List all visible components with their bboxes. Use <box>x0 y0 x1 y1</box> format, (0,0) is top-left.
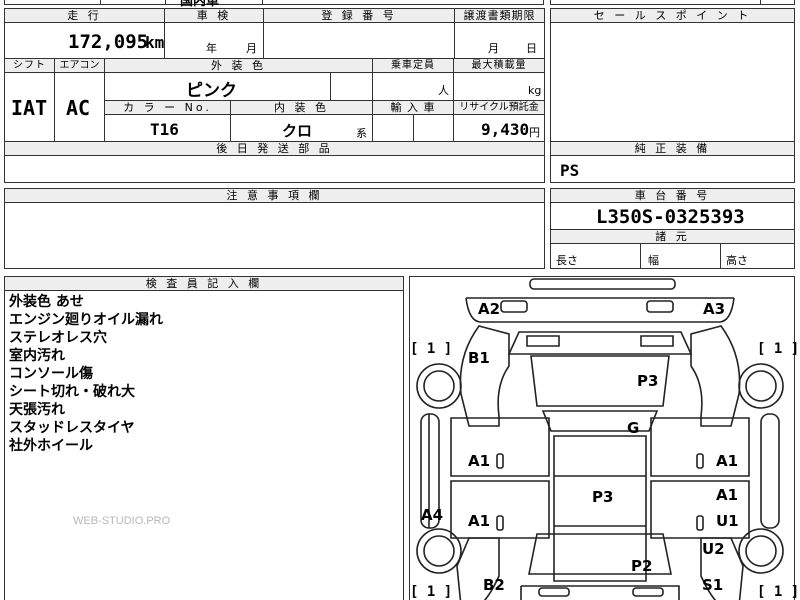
aircon-value: AC <box>66 96 91 120</box>
top-strip-divider-1 <box>100 0 101 5</box>
max-load-unit: kg <box>528 84 542 97</box>
exterior-color-extra-cell <box>330 72 373 101</box>
top-strip <box>4 0 544 5</box>
diagram-label-a1-right-upper: A1 <box>716 452 739 470</box>
inspector-note-line: 天張汚れ <box>9 402 65 418</box>
diagram-label-u1: U1 <box>716 512 739 530</box>
capacity-unit: 人 <box>438 84 451 97</box>
caution-cell <box>4 202 545 269</box>
chassis-value: L350S-0325393 <box>596 206 745 228</box>
inspector-note-line: 社外ホイール <box>9 438 93 454</box>
diagram-label-a3: A3 <box>703 300 726 318</box>
inspector-note-line: 外装色 あせ <box>9 294 84 310</box>
tire-bracket-top-left: [ 1 ] <box>410 341 453 357</box>
shift-header: シフト <box>4 58 55 73</box>
roof-spoiler-shape <box>529 278 676 290</box>
car-diagram <box>416 278 784 600</box>
import-car-cell-b <box>413 114 454 142</box>
right-sill-shape <box>760 413 780 529</box>
later-parts-cell <box>4 155 545 183</box>
dimensions-width-label: 幅 <box>648 254 659 267</box>
right-front-fender-shape <box>690 325 741 427</box>
inspector-notes-list: 外装色 あせ エンジン廻りオイル漏れ ステレオレス穴 室内汚れ コンソール傷 シ… <box>9 293 163 455</box>
genuine-equipment-cell <box>550 155 795 183</box>
diagram-label-p3-center: P3 <box>592 488 614 506</box>
transfer-deadline-header: 譲渡書類期限 <box>454 8 545 23</box>
tire-bracket-bottom-right: [ 1 ] <box>757 584 800 600</box>
color-no-header: カ ラ ー No. <box>104 100 231 115</box>
diagram-label-p2: P2 <box>631 557 653 575</box>
diagram-label-s1: S1 <box>702 576 724 594</box>
import-car-cell-a <box>372 114 414 142</box>
diagram-label-p3-top: P3 <box>637 372 659 390</box>
recycle-fee-unit: 円 <box>529 126 540 139</box>
diagram-label-a1-left-lower: A1 <box>468 512 491 530</box>
interior-color-header: 内 装 色 <box>230 100 373 115</box>
inspector-note-line: シート切れ・破れ大 <box>9 384 135 400</box>
sales-point-cell <box>550 22 795 142</box>
import-car-header: 輸 入 車 <box>372 100 454 115</box>
genuine-equipment-header: 純 正 装 備 <box>550 141 795 156</box>
top-strip-right <box>550 0 795 5</box>
top-strip-right-divider <box>760 0 761 5</box>
diagram-label-a1-right-mid: A1 <box>716 486 739 504</box>
interior-color-suffix: 系 <box>356 127 369 140</box>
dimensions-header: 諸 元 <box>550 229 795 244</box>
inspector-note-line: 室内汚れ <box>9 348 65 364</box>
recycle-fee-header: リサイクル預託金 <box>453 100 545 115</box>
color-no-value: T16 <box>150 120 179 139</box>
diagram-label-b2: B2 <box>483 576 505 594</box>
diagram-label-a4: A4 <box>421 506 444 524</box>
inspector-note-line: ステレオレス穴 <box>9 330 107 346</box>
diagram-label-a2: A2 <box>478 300 501 318</box>
registration-header: 登 録 番 号 <box>263 8 455 23</box>
interior-color-value: クロ <box>282 122 313 140</box>
mileage-header: 走 行 <box>4 8 165 23</box>
mileage-value: 172,095 <box>68 31 149 53</box>
sales-point-header: セ ー ル ス ポ イ ン ト <box>550 8 795 23</box>
transfer-day-label: 日 <box>526 42 539 55</box>
inspector-note-line: エンジン廻りオイル漏れ <box>9 312 163 328</box>
aircon-header: エアコン <box>54 58 105 73</box>
chassis-header: 車 台 番 号 <box>550 188 795 203</box>
inspector-notes-header: 検 査 員 記 入 欄 <box>4 276 404 291</box>
inspection-year-label: 年 <box>206 42 219 55</box>
top-strip-divider-2 <box>165 0 166 5</box>
inspector-note-line: コンソール傷 <box>9 366 93 382</box>
inspection-header: 車 検 <box>164 8 264 23</box>
shift-value: IAT <box>11 96 48 120</box>
tire-bracket-bottom-left: [ 1 ] <box>410 584 453 600</box>
diagram-label-b1: B1 <box>468 349 490 367</box>
recycle-fee-value: 9,430 <box>481 120 530 139</box>
transfer-month-label: 月 <box>488 42 501 55</box>
inspection-month-label: 月 <box>246 42 259 55</box>
max-load-header: 最大積載量 <box>453 58 545 73</box>
dimensions-height-label: 高さ <box>726 254 748 267</box>
capacity-header: 乗車定員 <box>372 58 454 73</box>
dimensions-length-label: 長さ <box>556 254 578 267</box>
diagram-label-g: G <box>627 419 640 437</box>
diagram-label-a1-left-upper: A1 <box>468 452 491 470</box>
watermark: WEB-STUDIO.PRO <box>73 515 171 527</box>
later-parts-header: 後 日 発 送 部 品 <box>4 141 545 156</box>
genuine-equipment-value: PS <box>560 161 580 180</box>
tire-bracket-top-right: [ 1 ] <box>757 341 800 357</box>
top-strip-divider-3 <box>262 0 263 5</box>
registration-cell <box>263 22 455 59</box>
caution-header: 注 意 事 項 欄 <box>4 188 545 203</box>
diagram-label-u2: U2 <box>702 540 725 558</box>
inspector-note-line: スタッドレスタイヤ <box>9 420 135 436</box>
left-front-fender-shape <box>459 325 510 427</box>
exterior-color-value: ピンク <box>186 81 237 101</box>
exterior-color-header: 外 装 色 <box>104 58 373 73</box>
mileage-unit: km <box>145 33 165 52</box>
